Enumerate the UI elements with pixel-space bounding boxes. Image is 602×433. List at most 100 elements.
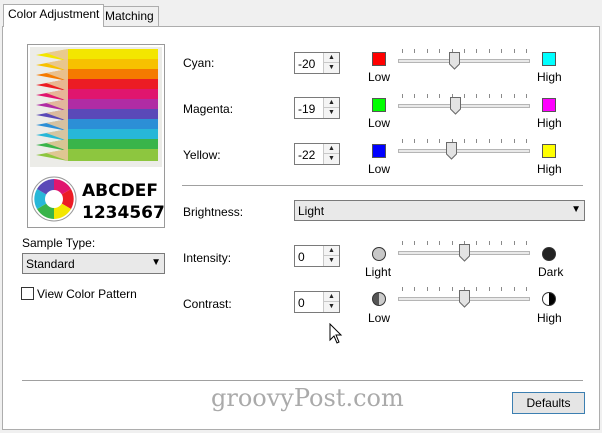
- intensity-label: Intensity:: [183, 251, 232, 265]
- slider-tick: [476, 139, 477, 143]
- chevron-down-icon: ▼: [571, 204, 581, 215]
- intensity-slider[interactable]: [398, 241, 530, 265]
- magenta-slider[interactable]: [398, 94, 530, 118]
- slider-tick: [526, 139, 527, 143]
- slider-tick: [427, 94, 428, 98]
- slider-tick: [402, 287, 403, 291]
- slider-tick: [476, 287, 477, 291]
- slider-tick: [439, 287, 440, 291]
- slider-tick: [402, 241, 403, 245]
- yellow-slider[interactable]: [398, 139, 530, 163]
- yellow-label: Yellow:: [183, 148, 221, 162]
- yellow-value: -22: [298, 148, 316, 162]
- yellow-stepper[interactable]: -22 ▲ ▼: [294, 143, 340, 165]
- section-divider: [182, 185, 583, 186]
- slider-tick: [476, 49, 477, 53]
- cyan-down-button[interactable]: ▼: [324, 63, 339, 73]
- preview-letters: ABCDEF: [82, 181, 158, 201]
- cyan-label: Cyan:: [183, 56, 215, 70]
- slider-tick: [489, 94, 490, 98]
- brightness-select[interactable]: Light ▼: [294, 200, 585, 221]
- magenta-high-swatch: [542, 98, 556, 112]
- yellow-high-label: High: [537, 162, 562, 176]
- brightness-value: Light: [298, 204, 325, 218]
- slider-tick: [501, 139, 502, 143]
- sample-type-label: Sample Type:: [22, 236, 96, 250]
- intensity-down-button[interactable]: ▼: [324, 256, 339, 266]
- cyan-value: -20: [298, 57, 316, 71]
- cyan-low-swatch: [372, 52, 386, 66]
- slider-tick: [452, 287, 453, 291]
- cyan-high-swatch: [542, 52, 556, 66]
- contrast-value: 0: [298, 296, 305, 310]
- dark-circle-icon: [542, 247, 556, 261]
- cyan-up-button[interactable]: ▲: [324, 53, 339, 63]
- slider-tick: [476, 241, 477, 245]
- slider-tick: [514, 287, 515, 291]
- slider-tick: [414, 49, 415, 53]
- slider-tick: [526, 287, 527, 291]
- intensity-stepper[interactable]: 0 ▲ ▼: [294, 245, 340, 267]
- contrast-slider[interactable]: [398, 287, 530, 311]
- magenta-high-label: High: [537, 116, 562, 130]
- slider-tick: [501, 94, 502, 98]
- slider-tick: [427, 241, 428, 245]
- slider-tick: [464, 94, 465, 98]
- cyan-slider[interactable]: [398, 49, 530, 73]
- slider-tick: [414, 287, 415, 291]
- slider-track: [398, 149, 530, 153]
- slider-tick: [501, 241, 502, 245]
- preview-numbers: 1234567: [82, 203, 165, 223]
- magenta-low-label: Low: [368, 116, 391, 130]
- bottom-divider: [22, 380, 583, 381]
- slider-thumb[interactable]: [459, 290, 470, 308]
- slider-tick: [489, 49, 490, 53]
- slider-tick: [526, 241, 527, 245]
- contrast-stepper[interactable]: 0 ▲ ▼: [294, 291, 340, 313]
- slider-tick: [427, 139, 428, 143]
- cyan-stepper[interactable]: -20 ▲ ▼: [294, 52, 340, 74]
- sample-type-value: Standard: [26, 257, 75, 271]
- intensity-up-button[interactable]: ▲: [324, 246, 339, 256]
- slider-tick: [427, 49, 428, 53]
- contrast-down-button[interactable]: ▼: [324, 302, 339, 312]
- slider-tick: [514, 94, 515, 98]
- slider-tick: [439, 94, 440, 98]
- yellow-down-button[interactable]: ▼: [324, 154, 339, 164]
- slider-thumb[interactable]: [449, 52, 460, 70]
- magenta-down-button[interactable]: ▼: [324, 108, 339, 118]
- slider-thumb[interactable]: [459, 244, 470, 262]
- slider-tick: [402, 94, 403, 98]
- magenta-value: -19: [298, 102, 316, 116]
- slider-tick: [414, 241, 415, 245]
- slider-thumb[interactable]: [446, 142, 457, 160]
- contrast-up-button[interactable]: ▲: [324, 292, 339, 302]
- yellow-low-label: Low: [368, 162, 391, 176]
- slider-tick: [514, 49, 515, 53]
- contrast-high-label: High: [537, 311, 562, 325]
- slider-tick: [501, 49, 502, 53]
- intensity-low-label: Light: [365, 265, 392, 279]
- slider-tick: [439, 49, 440, 53]
- slider-tick: [489, 241, 490, 245]
- slider-tick: [514, 241, 515, 245]
- slider-track: [398, 59, 530, 63]
- sample-preview-image: ABCDEF 1234567: [27, 44, 165, 228]
- yellow-up-button[interactable]: ▲: [324, 144, 339, 154]
- magenta-low-swatch: [372, 98, 386, 112]
- cyan-high-label: High: [537, 70, 562, 84]
- defaults-button[interactable]: Defaults: [512, 392, 585, 414]
- watermark-text: groovyPost.com: [211, 384, 404, 412]
- view-color-pattern-checkbox[interactable]: [21, 287, 34, 300]
- yellow-high-swatch: [542, 144, 556, 158]
- slider-tick: [452, 241, 453, 245]
- light-circle-icon: [372, 247, 386, 261]
- magenta-stepper[interactable]: -19 ▲ ▼: [294, 97, 340, 119]
- sample-type-select[interactable]: Standard ▼: [22, 253, 165, 274]
- magenta-up-button[interactable]: ▲: [324, 98, 339, 108]
- contrast-label: Contrast:: [183, 297, 232, 311]
- slider-thumb[interactable]: [450, 97, 461, 115]
- slider-tick: [476, 94, 477, 98]
- slider-tick: [439, 241, 440, 245]
- brightness-label: Brightness:: [183, 205, 244, 219]
